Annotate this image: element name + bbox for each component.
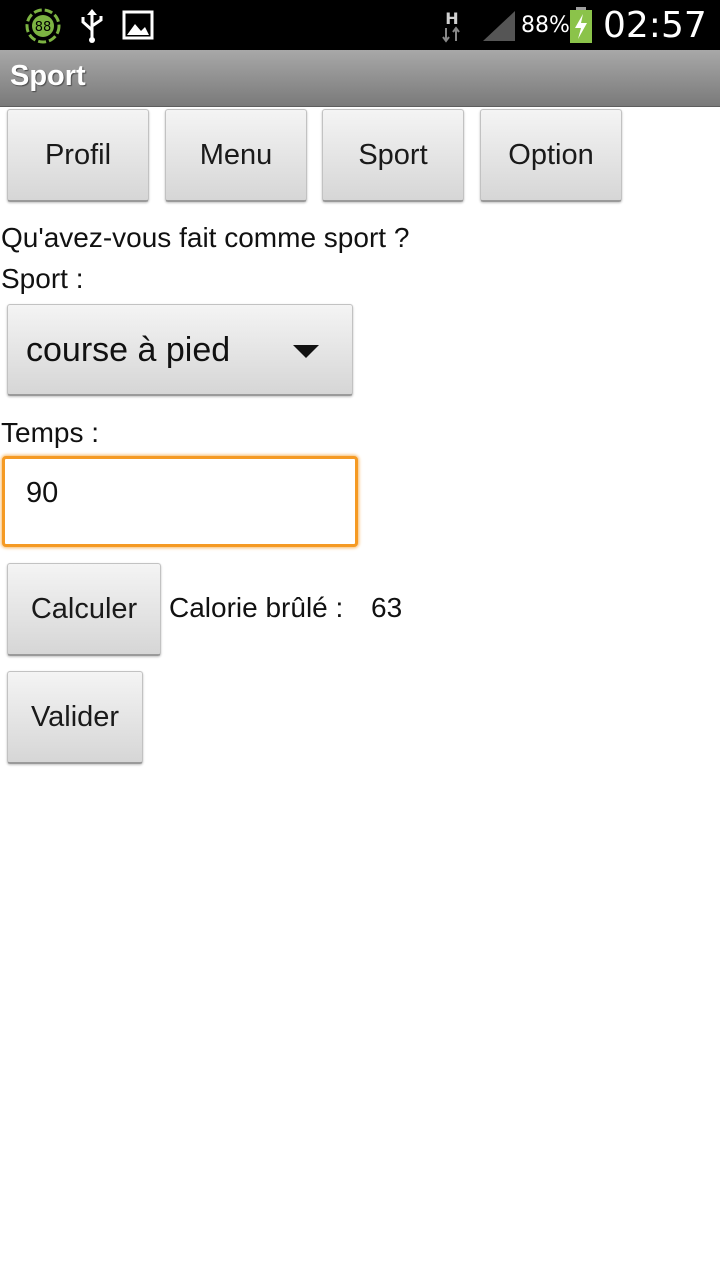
- sport-button[interactable]: Sport: [322, 109, 464, 202]
- image-icon: [122, 10, 154, 40]
- option-button[interactable]: Option: [480, 109, 622, 202]
- network-h-icon: H: [442, 9, 460, 43]
- sport-spinner-value: course à pied: [26, 331, 231, 369]
- signal-icon: [483, 11, 515, 41]
- clock: 02:57: [603, 5, 707, 46]
- badge-88-icon: 88: [25, 8, 61, 44]
- usb-icon: [81, 9, 103, 43]
- dropdown-arrow-icon: [293, 345, 319, 358]
- temps-input[interactable]: 90: [2, 456, 358, 547]
- title-bar: Sport: [0, 50, 720, 107]
- battery-charging-icon: [570, 7, 592, 43]
- battery-percent: 88%: [521, 13, 570, 38]
- profil-button[interactable]: Profil: [7, 109, 149, 202]
- badge-88-text: 88: [35, 20, 52, 35]
- valider-button[interactable]: Valider: [7, 671, 143, 764]
- question-label: Qu'avez-vous fait comme sport ?: [1, 222, 410, 253]
- calorie-value: 63: [371, 592, 403, 623]
- calorie-label: Calorie brûlé :: [169, 592, 344, 623]
- status-bar: 88 H 88% 02:57: [0, 0, 720, 50]
- screen: 88 H 88% 02:57 Sport Profil Menu Sport O…: [0, 0, 720, 1280]
- menu-button[interactable]: Menu: [165, 109, 307, 202]
- sport-label: Sport :: [1, 263, 84, 294]
- calculer-button[interactable]: Calculer: [7, 563, 161, 656]
- svg-text:H: H: [445, 9, 458, 28]
- temps-label: Temps :: [1, 417, 100, 448]
- sport-spinner[interactable]: course à pied: [7, 304, 353, 396]
- temps-input-value: 90: [26, 477, 59, 509]
- app-title: Sport: [10, 60, 86, 92]
